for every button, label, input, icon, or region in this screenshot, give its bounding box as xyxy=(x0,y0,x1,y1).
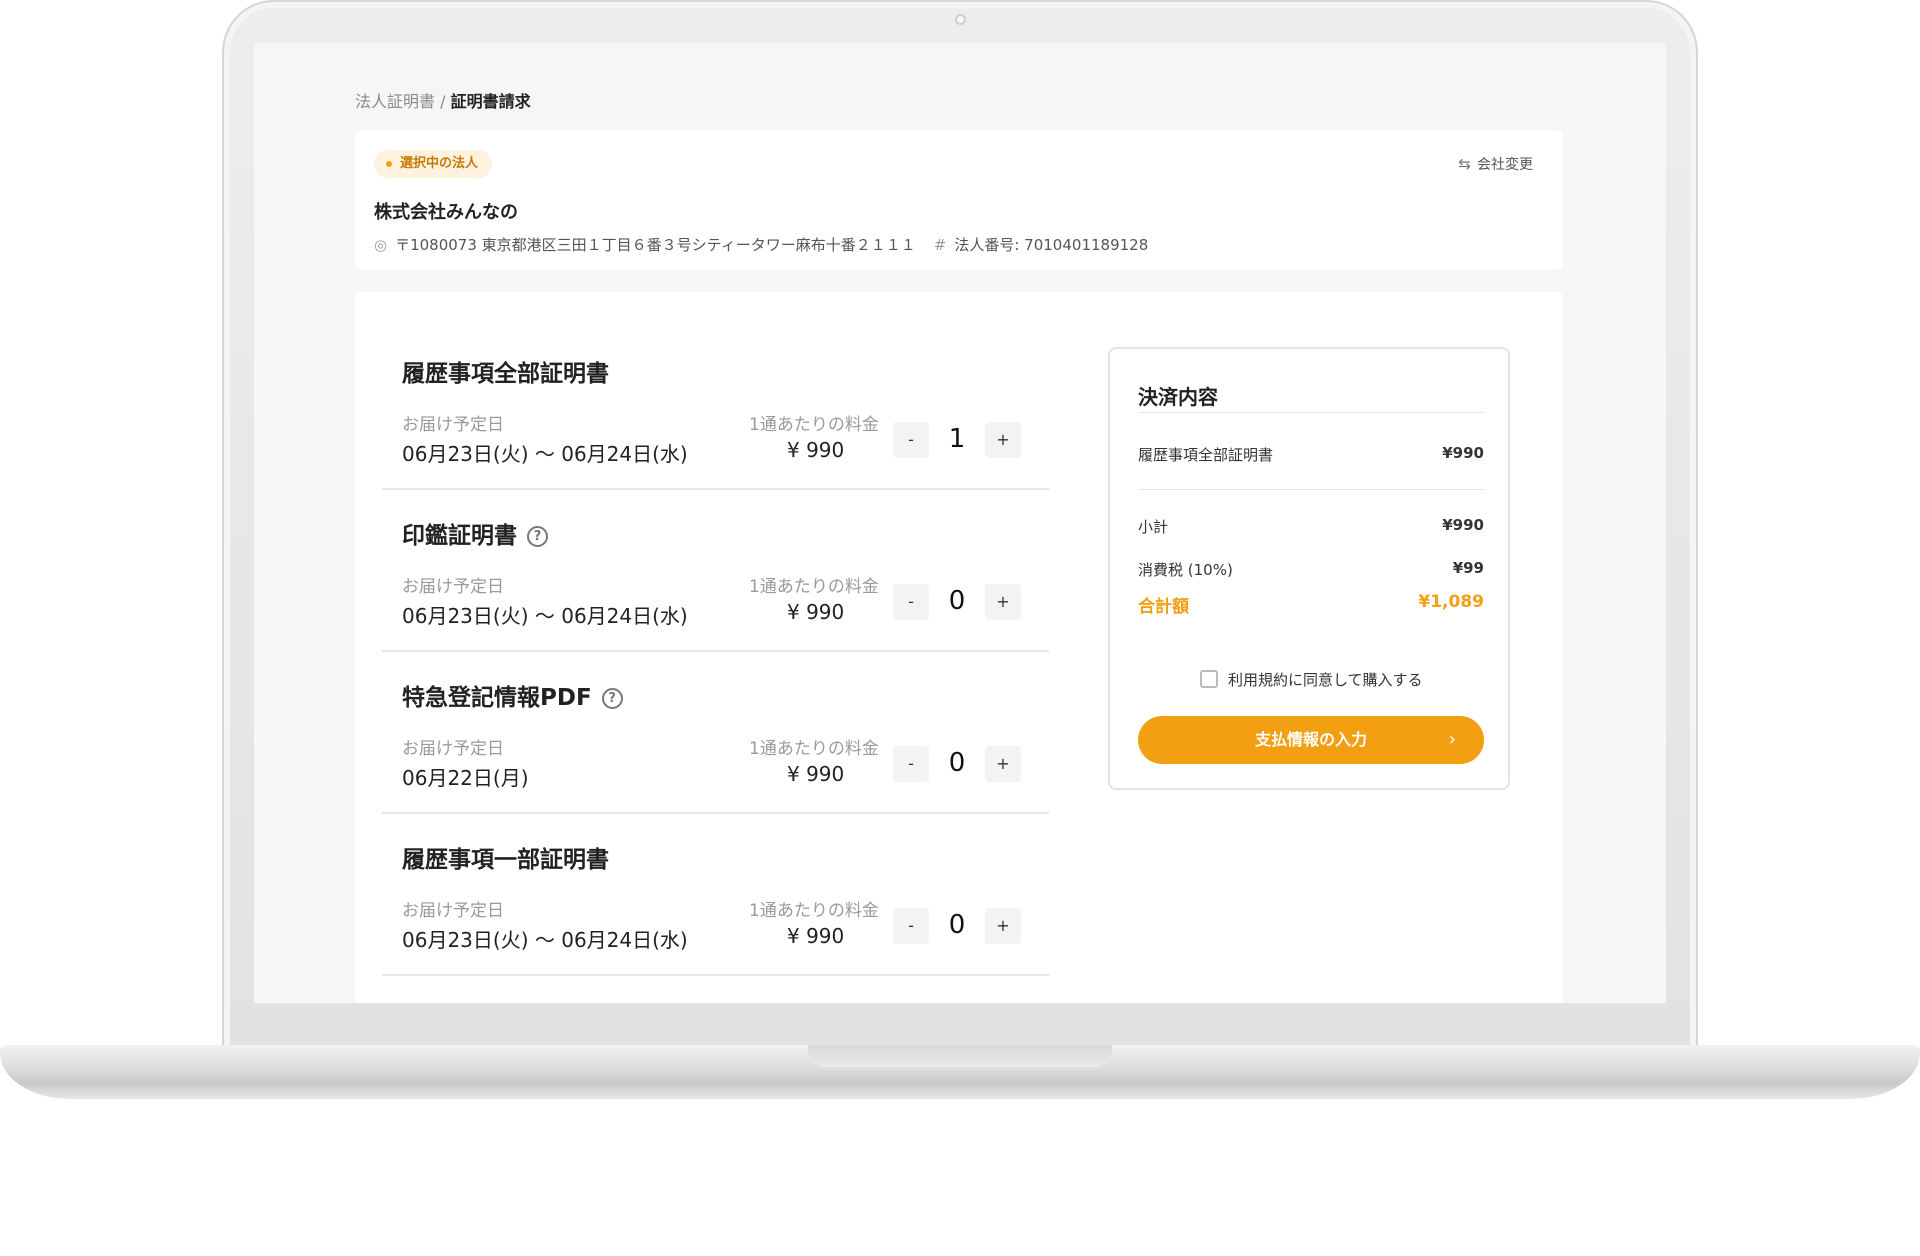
decrease-quantity-button[interactable]: - xyxy=(893,908,929,944)
summary-subtotal: 小計 ¥990 xyxy=(1138,516,1484,537)
help-circle-icon[interactable]: ? xyxy=(601,688,623,709)
laptop-camera xyxy=(955,14,966,25)
chevron-right-icon: › xyxy=(1448,729,1456,750)
delivery-date-label: お届け予定日 xyxy=(402,901,504,921)
enter-payment-info-button[interactable]: 支払情報の入力 › xyxy=(1138,716,1484,764)
total-label: 合計額 xyxy=(1138,597,1189,617)
summary-title: 決済内容 xyxy=(1138,385,1218,409)
increase-quantity-button[interactable]: + xyxy=(985,422,1021,458)
payment-summary-panel: 決済内容 履歴事項全部証明書 ¥990 小計 ¥990 消費税 (10%) ¥9… xyxy=(1108,347,1510,790)
pay-button-label: 支払情報の入力 xyxy=(1254,730,1367,749)
change-company-link[interactable]: ⇆ 会社変更 xyxy=(1458,154,1533,174)
location-pin-icon: ◎ xyxy=(374,236,388,254)
decrease-quantity-button[interactable]: - xyxy=(893,422,929,458)
selected-company-badge: 選択中の法人 xyxy=(374,150,493,178)
certificate-title: 特急登記情報PDF? xyxy=(402,678,623,712)
company-corp-number: 法人番号: 7010401189128 xyxy=(954,236,1149,254)
certificate-title: 履歴事項一部証明書 xyxy=(402,847,609,873)
company-name: 株式会社みんなの xyxy=(374,202,518,223)
line-item-label: 履歴事項全部証明書 xyxy=(1138,446,1274,464)
change-company-label: 会社変更 xyxy=(1477,157,1533,173)
terms-label: 利用規約に同意して購入する xyxy=(1228,671,1423,689)
certificate-item: 履歴事項全部証明書 お届け予定日 06月23日(火) 〜 06月24日(水) 1… xyxy=(382,328,1049,490)
summary-total: 合計額 ¥1,089 xyxy=(1138,592,1484,617)
tax-label: 消費税 (10%) xyxy=(1138,561,1233,579)
company-meta: ◎ 〒1080073 東京都港区三田１丁目６番３号シティータワー麻布十番２１１１ #… xyxy=(374,234,1148,255)
laptop-screen: 法人証明書 / 証明書請求 選択中の法人 ⇆ 会社変更 株式会社みんなの ◎ 〒10… xyxy=(254,43,1666,1003)
company-address: 〒1080073 東京都港区三田１丁目６番３号シティータワー麻布十番２１１１ xyxy=(395,236,916,254)
line-item-amount: ¥990 xyxy=(1442,444,1484,462)
certificate-item: 印鑑証明書? お届け予定日 06月23日(火) 〜 06月24日(水) 1通あた… xyxy=(382,490,1049,652)
terms-agreement[interactable]: 利用規約に同意して購入する xyxy=(1200,669,1423,690)
delivery-date-label: お届け予定日 xyxy=(402,415,504,435)
unit-price-label: 1通あたりの料金 xyxy=(749,739,879,759)
increase-quantity-button[interactable]: + xyxy=(985,584,1021,620)
quantity-value: 0 xyxy=(948,586,966,616)
unit-price-label: 1通あたりの料金 xyxy=(749,577,879,597)
help-circle-icon[interactable]: ? xyxy=(527,526,548,547)
subtotal-amount: ¥990 xyxy=(1442,516,1484,534)
delivery-date: 06月22日(月) xyxy=(402,766,529,790)
breadcrumb-separator: / xyxy=(435,92,451,111)
increase-quantity-button[interactable]: + xyxy=(985,746,1021,782)
breadcrumb: 法人証明書 / 証明書請求 xyxy=(355,88,531,112)
quantity-value: 0 xyxy=(948,910,966,940)
unit-price: ¥ 990 xyxy=(787,438,845,462)
subtotal-label: 小計 xyxy=(1138,518,1169,536)
summary-tax: 消費税 (10%) ¥99 xyxy=(1138,559,1484,580)
laptop-notch xyxy=(808,1045,1112,1067)
unit-price: ¥ 990 xyxy=(787,924,845,948)
certificate-title: 印鑑証明書? xyxy=(402,516,548,550)
certificate-order-card: 履歴事項全部証明書 お届け予定日 06月23日(火) 〜 06月24日(水) 1… xyxy=(355,292,1563,1003)
unit-price-label: 1通あたりの料金 xyxy=(749,901,879,921)
unit-price: ¥ 990 xyxy=(787,600,845,624)
selected-company-card: 選択中の法人 ⇆ 会社変更 株式会社みんなの ◎ 〒1080073 東京都港区三田１… xyxy=(355,130,1563,270)
certificate-item: 特急登記情報PDF? お届け予定日 06月22日(月) 1通あたりの料金 ¥ 9… xyxy=(382,652,1049,814)
summary-divider xyxy=(1138,489,1484,490)
unit-price-label: 1通あたりの料金 xyxy=(749,415,879,435)
quantity-value: 0 xyxy=(948,748,966,778)
delivery-date-label: お届け予定日 xyxy=(402,739,504,759)
certificate-item: 履歴事項一部証明書 お届け予定日 06月23日(火) 〜 06月24日(水) 1… xyxy=(382,814,1049,976)
breadcrumb-parent[interactable]: 法人証明書 xyxy=(355,92,435,111)
terms-checkbox[interactable] xyxy=(1200,670,1218,688)
breadcrumb-current: 証明書請求 xyxy=(450,92,531,111)
quantity-value: 1 xyxy=(948,424,966,454)
decrease-quantity-button[interactable]: - xyxy=(893,746,929,782)
decrease-quantity-button[interactable]: - xyxy=(893,584,929,620)
delivery-date: 06月23日(火) 〜 06月24日(水) xyxy=(402,928,688,952)
increase-quantity-button[interactable]: + xyxy=(985,908,1021,944)
total-amount: ¥1,089 xyxy=(1418,592,1484,612)
hash-icon: # xyxy=(933,236,947,254)
delivery-date-label: お届け予定日 xyxy=(402,577,504,597)
tax-amount: ¥99 xyxy=(1452,559,1484,577)
delivery-date: 06月23日(火) 〜 06月24日(水) xyxy=(402,442,688,466)
swap-icon: ⇆ xyxy=(1458,155,1471,173)
unit-price: ¥ 990 xyxy=(787,762,845,786)
summary-divider xyxy=(1138,412,1484,413)
delivery-date: 06月23日(火) 〜 06月24日(水) xyxy=(402,604,688,628)
certificate-title: 履歴事項全部証明書 xyxy=(402,361,609,387)
summary-line-item: 履歴事項全部証明書 ¥990 xyxy=(1138,444,1484,465)
